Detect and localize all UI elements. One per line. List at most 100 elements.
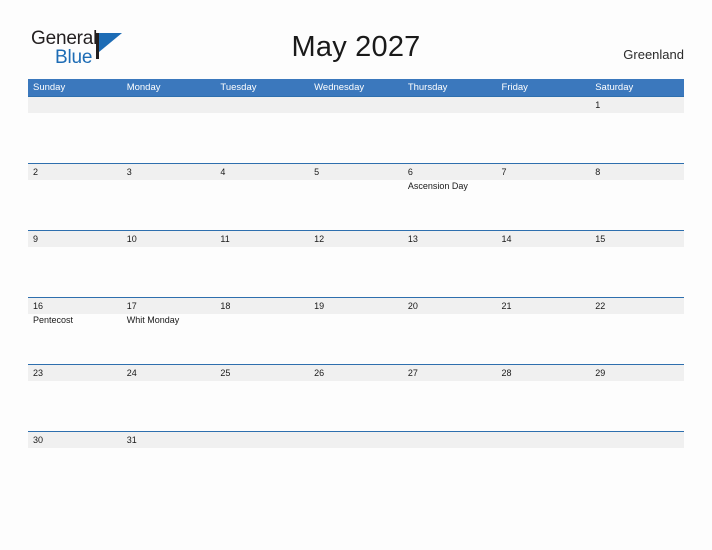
day-cell[interactable]: 30 [28,432,122,498]
day-number: 3 [126,167,132,177]
day-number: 10 [126,234,137,244]
day-number [502,432,591,448]
day-cell[interactable] [309,97,403,163]
day-number: 22 [595,301,606,311]
day-number: 17 [126,301,137,311]
weekday-friday: Friday [501,82,528,93]
day-cell[interactable]: 22 [590,298,684,364]
day-number [127,97,216,113]
day-cell[interactable]: 2 [28,164,122,230]
day-cell[interactable]: 9 [28,231,122,297]
day-number: 27 [407,368,418,378]
day-cell[interactable]: 21 [497,298,591,364]
day-number: 28 [501,368,512,378]
day-cell[interactable] [497,432,591,498]
day-cell[interactable]: 29 [590,365,684,431]
day-cell[interactable] [590,432,684,498]
page-title: May 2027 [291,31,421,63]
day-cell[interactable]: 31 [122,432,216,498]
week-row: 1 [28,96,684,163]
day-cell[interactable]: 23 [28,365,122,431]
day-number [220,97,309,113]
day-cell[interactable]: 26 [309,365,403,431]
day-cell[interactable]: 1 [590,97,684,163]
day-cell[interactable]: 8 [590,164,684,230]
day-cell[interactable]: 15 [590,231,684,297]
week-row: 9 10 11 12 13 14 15 [28,230,684,297]
day-number: 1 [595,100,601,110]
day-event: Ascension Day [407,181,468,191]
day-cell[interactable] [403,432,497,498]
day-number: 26 [314,368,325,378]
day-cell[interactable]: 6 Ascension Day [403,164,497,230]
day-number: 23 [33,368,44,378]
day-number [408,97,497,113]
day-cell[interactable] [215,97,309,163]
week-row: 30 31 [28,431,684,498]
day-cell[interactable]: 3 [122,164,216,230]
day-number [314,97,403,113]
day-cell[interactable]: 7 [497,164,591,230]
day-cell[interactable]: 18 [215,298,309,364]
day-number [408,432,497,448]
day-number: 2 [33,167,39,177]
day-cell[interactable]: 16 Pentecost [28,298,122,364]
day-number: 18 [220,301,231,311]
day-cell[interactable]: 11 [215,231,309,297]
day-cell[interactable]: 17 Whit Monday [122,298,216,364]
day-number: 29 [595,368,606,378]
week-row: 23 24 25 26 27 28 29 [28,364,684,431]
day-cell[interactable] [309,432,403,498]
day-cell[interactable]: 25 [215,365,309,431]
day-number [314,432,403,448]
day-cell[interactable] [28,97,122,163]
day-event: Pentecost [33,315,74,325]
day-cell[interactable]: 24 [122,365,216,431]
day-cell[interactable]: 20 [403,298,497,364]
location-label: Greenland [623,47,684,62]
day-number: 16 [33,301,44,311]
weekday-saturday: Saturday [595,82,634,93]
weekday-header-row: Sunday Monday Tuesday Wednesday Thursday… [28,79,684,96]
day-cell[interactable]: 10 [122,231,216,297]
page-header: General Blue May 2027 Greenland [0,0,712,79]
weekday-tuesday: Tuesday [220,82,257,93]
day-cell[interactable]: 28 [497,365,591,431]
day-number: 4 [220,167,226,177]
day-cell[interactable]: 4 [215,164,309,230]
weekday-wednesday: Wednesday [314,82,365,93]
day-number: 30 [33,435,44,445]
day-number: 13 [407,234,418,244]
day-number: 6 [407,167,413,177]
day-number: 19 [314,301,325,311]
weekday-thursday: Thursday [407,82,448,93]
weekday-monday: Monday [126,82,161,93]
day-number: 31 [126,435,137,445]
day-cell[interactable]: 13 [403,231,497,297]
day-number: 12 [314,234,325,244]
day-number: 21 [501,301,512,311]
day-number: 11 [220,234,230,244]
calendar-page: General Blue May 2027 Greenland Sunday M… [0,0,712,550]
day-cell[interactable] [122,97,216,163]
day-number [220,432,309,448]
day-cell[interactable]: 27 [403,365,497,431]
day-number: 5 [314,167,320,177]
day-number: 14 [501,234,512,244]
day-number: 15 [595,234,606,244]
day-number [33,97,122,113]
day-cell[interactable]: 19 [309,298,403,364]
day-cell[interactable]: 5 [309,164,403,230]
weekday-sunday: Sunday [33,82,66,93]
day-number [502,97,591,113]
day-number: 8 [595,167,601,177]
week-row: 2 3 4 5 6 Ascension Day 7 8 [28,163,684,230]
day-cell[interactable] [403,97,497,163]
day-cell[interactable] [215,432,309,498]
day-cell[interactable] [497,97,591,163]
week-row: 16 Pentecost 17 Whit Monday 18 19 20 21 … [28,297,684,364]
day-cell[interactable]: 14 [497,231,591,297]
day-number: 9 [33,234,39,244]
day-cell[interactable]: 12 [309,231,403,297]
day-number: 24 [126,368,137,378]
